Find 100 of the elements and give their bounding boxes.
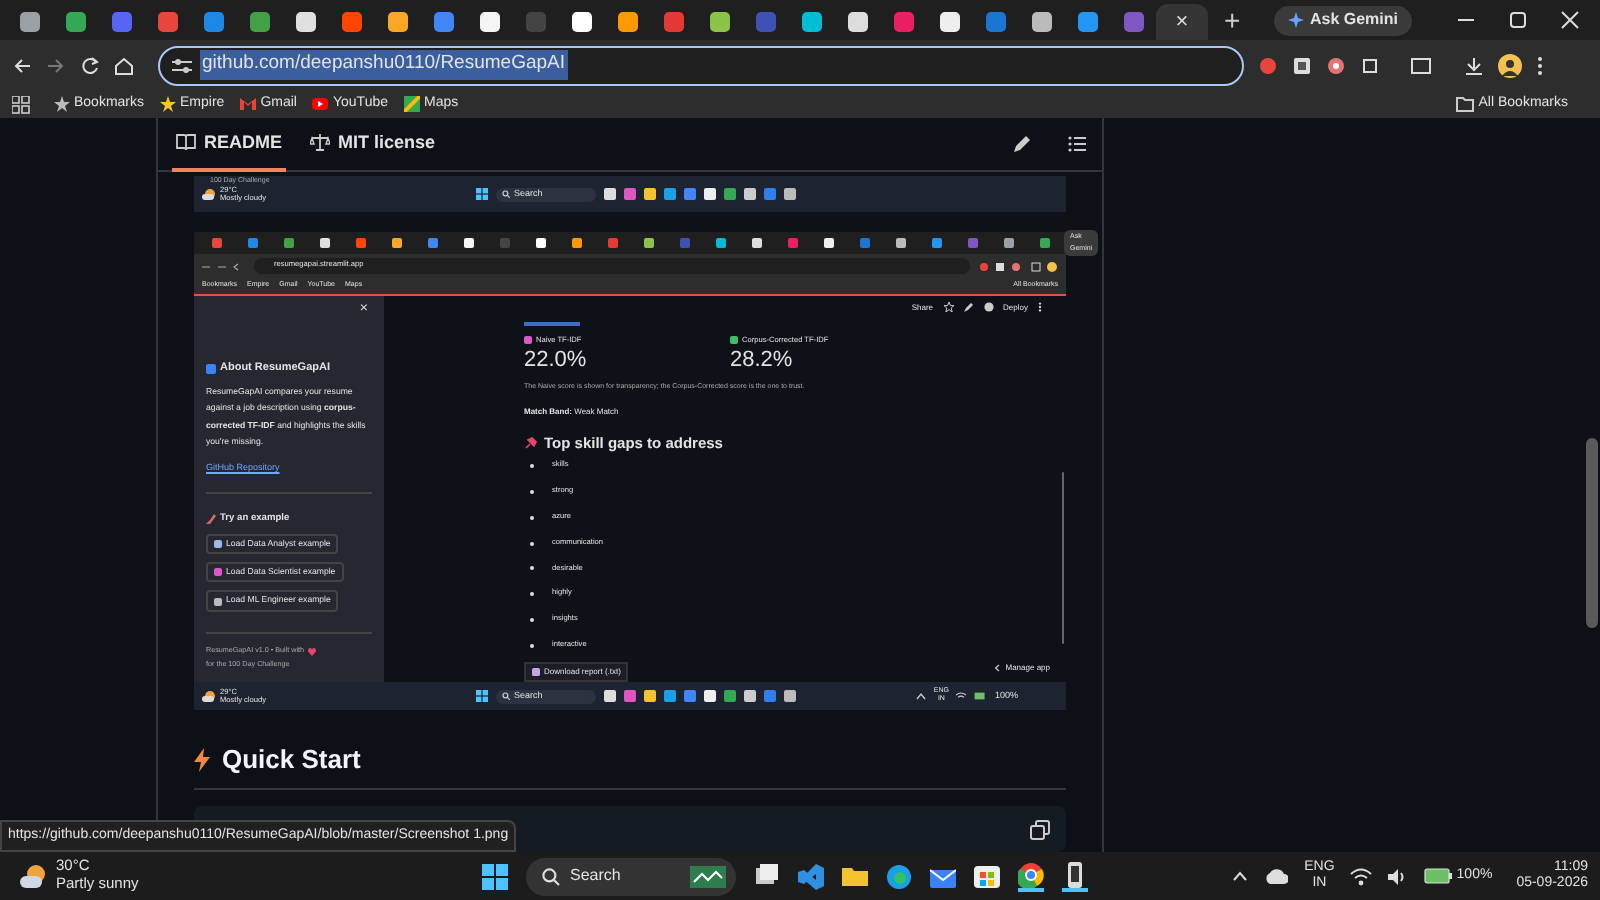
favicon-icon[interactable] [644, 238, 654, 248]
map-icon [404, 96, 420, 112]
favicon-icon [801, 12, 821, 32]
favicon-icon[interactable] [860, 238, 870, 248]
close-icon[interactable] [1560, 10, 1580, 30]
search-field[interactable]: Search [526, 857, 736, 895]
favicon-icon [617, 12, 637, 32]
new-tab-button[interactable]: + [1224, 6, 1241, 34]
battery-icon [974, 692, 987, 701]
edit-icon[interactable] [1012, 134, 1032, 154]
weather-icon [202, 188, 216, 200]
favicon-icon[interactable] [464, 238, 474, 248]
mail-icon[interactable] [930, 863, 956, 889]
metric-value: 28.2% [730, 348, 795, 375]
favicon-icon [479, 12, 499, 32]
favicon-icon [111, 12, 131, 32]
apps-icon[interactable] [12, 95, 30, 113]
lightning-icon [194, 748, 210, 772]
favicon-icon[interactable] [752, 238, 762, 248]
windows-icon[interactable] [476, 690, 489, 703]
favicon-icon[interactable] [392, 238, 402, 248]
weather-icon [20, 864, 48, 888]
edit-icon[interactable] [963, 302, 974, 312]
search-icon [502, 692, 511, 701]
cloud-icon[interactable] [1264, 868, 1289, 884]
windows-icon[interactable] [482, 863, 508, 889]
chevron-up-icon[interactable] [1232, 870, 1249, 882]
mail-icon [240, 96, 257, 112]
favicon-icon [1123, 12, 1143, 32]
extension-icon[interactable] [978, 261, 1058, 271]
pin-icon [524, 435, 538, 450]
favicon-icon[interactable] [572, 238, 582, 248]
windows-icon[interactable] [476, 188, 489, 200]
close-tab-button[interactable]: × [1175, 11, 1189, 33]
favicon-icon[interactable] [788, 238, 798, 248]
code-editor-icon[interactable] [798, 863, 824, 889]
battery-icon[interactable] [1424, 868, 1453, 884]
favicon-icon[interactable] [716, 238, 726, 248]
forward-icon[interactable] [46, 55, 66, 75]
avatar-icon[interactable] [1498, 53, 1522, 77]
favicon-icon [433, 12, 453, 32]
chrome-icon[interactable] [1018, 861, 1044, 891]
favicon-icon [525, 12, 545, 32]
store-icon[interactable] [974, 863, 1000, 889]
speaker-icon[interactable] [1388, 867, 1409, 885]
ask-gemini-button[interactable]: Ask Gemini [1273, 5, 1412, 35]
favicon-icon[interactable] [1040, 238, 1050, 248]
favicon-icon[interactable] [932, 238, 942, 248]
copy-icon[interactable] [1030, 819, 1050, 840]
favicon-icon[interactable] [248, 238, 258, 248]
favicon-icon[interactable] [428, 238, 438, 248]
wifi-icon[interactable] [1350, 867, 1373, 885]
search-icon [542, 867, 560, 885]
favicon-icon[interactable] [356, 238, 366, 248]
favicon-icon [1031, 12, 1051, 32]
favicon-icon[interactable] [284, 238, 294, 248]
chevron-up-icon[interactable] [915, 692, 926, 701]
folder-icon[interactable] [842, 863, 868, 889]
maximize-icon[interactable] [1508, 10, 1528, 30]
chevron-left-icon [993, 664, 1000, 673]
favicon-icon[interactable] [824, 238, 834, 248]
weather-icon [202, 690, 216, 703]
metric-value: 22.0% [524, 348, 589, 375]
star-icon[interactable] [943, 302, 954, 312]
wifi-icon [956, 692, 967, 701]
favicon-icon[interactable] [608, 238, 618, 248]
browser-tab[interactable]: × [1156, 4, 1208, 40]
favicon-icon [157, 12, 177, 32]
back-icon[interactable] [12, 55, 32, 75]
favicon-icon [571, 12, 591, 32]
favicon-icon[interactable] [536, 238, 546, 248]
phone-icon[interactable] [1062, 861, 1088, 891]
emoji-icon [214, 597, 222, 606]
favicon-icon [939, 12, 959, 32]
favicon-icon [663, 12, 683, 32]
favicon-icon[interactable] [212, 238, 222, 248]
menu-icon[interactable] [1536, 55, 1544, 75]
star-icon [160, 96, 177, 112]
star-icon [54, 96, 70, 112]
favicon-icon[interactable] [1004, 238, 1014, 248]
favicon-icon[interactable] [320, 238, 330, 248]
address-bar[interactable]: github.com/deepanshu0110/ResumeGapAI [158, 45, 1244, 85]
heart-icon [307, 647, 315, 656]
favicon-icon [985, 12, 1005, 32]
favicon-icon[interactable] [896, 238, 906, 248]
url-text: github.com/deepanshu0110/ResumeGapAI [200, 50, 568, 80]
record-icon[interactable] [1326, 55, 1346, 75]
reload-icon[interactable] [80, 55, 100, 75]
readme-tab[interactable]: MIT license [306, 117, 440, 171]
outline-icon[interactable] [1068, 134, 1088, 154]
favicon-icon [847, 12, 867, 32]
readme-tab[interactable]: README [172, 117, 287, 171]
home-icon[interactable] [114, 55, 134, 75]
favicon-icon [755, 12, 775, 32]
favicon-icon [1077, 12, 1097, 32]
download-icon[interactable] [1464, 55, 1484, 75]
windows-stack-icon[interactable] [754, 863, 780, 889]
favicon-icon [249, 12, 269, 32]
scale-icon [310, 132, 331, 152]
browser-icon[interactable] [886, 863, 912, 889]
